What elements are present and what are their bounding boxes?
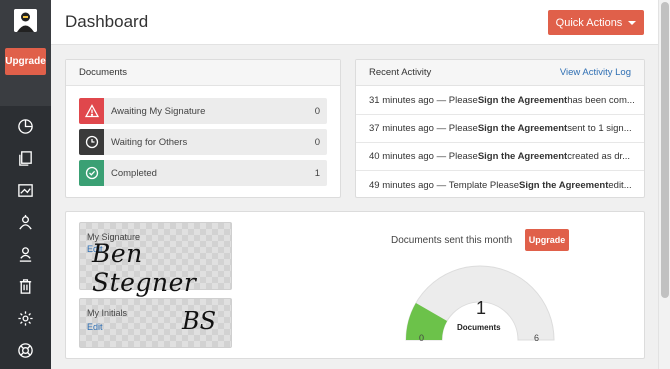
activity-row[interactable]: 37 minutes ago — Please Sign the Agreeme…: [356, 115, 644, 143]
activity-time: 31 minutes ago: [369, 95, 434, 106]
page-title: Dashboard: [65, 12, 149, 31]
documents-panel-header: Documents: [66, 60, 340, 86]
sidebar-item-dashboard[interactable]: [0, 110, 51, 142]
activity-doc-name: Sign the Agreement: [477, 123, 568, 134]
activity-doc-name: Sign the Agreement: [477, 95, 568, 106]
gauge-min: 0: [419, 333, 425, 343]
sidebar-item-signing[interactable]: [0, 238, 51, 270]
activity-time: 40 minutes ago: [369, 151, 434, 162]
check-circle-icon: [79, 160, 104, 186]
activity-row[interactable]: 31 minutes ago — Please Sign the Agreeme…: [356, 87, 644, 115]
doc-row-label: Waiting for Others: [111, 136, 188, 148]
activity-suffix: sent to 1 sign...: [567, 123, 632, 134]
activity-prefix: Please: [448, 151, 478, 162]
doc-row-label: Awaiting My Signature: [111, 105, 206, 117]
doc-row-waiting[interactable]: Waiting for Others 0: [79, 129, 327, 155]
dashboard-icon: [18, 118, 33, 134]
activity-row[interactable]: 49 minutes ago — Template Please Sign th…: [356, 171, 644, 197]
sidebar-item-help[interactable]: [0, 334, 51, 366]
page-header: Dashboard Quick Actions: [51, 0, 658, 45]
activity-prefix: Please: [448, 95, 478, 106]
gauge-label: Documents: [457, 323, 501, 332]
settings-icon: [18, 310, 33, 326]
gauge-max: 6: [534, 333, 540, 343]
quick-actions-label: Quick Actions: [555, 16, 623, 29]
activity-prefix: Template Please: [448, 179, 519, 191]
scrollbar[interactable]: [658, 0, 670, 369]
help-icon: [18, 342, 33, 358]
warning-icon: [79, 98, 104, 124]
my-signature-box[interactable]: My Signature Edit Ben Stegner: [79, 222, 232, 297]
sidebar-item-documents[interactable]: [0, 142, 51, 174]
doc-row-awaiting[interactable]: Awaiting My Signature 0: [79, 98, 327, 124]
sidebar-upgrade-button[interactable]: Upgrade: [5, 48, 46, 75]
activity-row[interactable]: 40 minutes ago — Please Sign the Agreeme…: [356, 143, 644, 171]
gauge-value: 1: [475, 298, 486, 318]
sidebar-item-contacts[interactable]: [0, 206, 51, 238]
chevron-down-icon: [628, 20, 637, 25]
usage-upgrade-button[interactable]: Upgrade: [525, 229, 569, 251]
doc-row-completed[interactable]: Completed 1: [79, 160, 327, 186]
activity-prefix: Please: [448, 123, 478, 134]
activity-suffix: edit...: [608, 179, 632, 191]
activity-suffix: has been com...: [567, 95, 635, 106]
my-initials-edit-link[interactable]: Edit: [87, 322, 103, 332]
sidebar: Upgrade: [0, 0, 51, 369]
activity-time: 37 minutes ago: [369, 123, 434, 134]
quick-actions-button[interactable]: Quick Actions: [548, 10, 644, 35]
doc-row-count: 0: [314, 136, 320, 148]
documents-panel-title: Documents: [79, 67, 128, 78]
doc-row-count: 0: [314, 105, 320, 117]
sidebar-item-trash[interactable]: [0, 270, 51, 302]
templates-icon: [18, 183, 33, 197]
activity-panel: Recent Activity View Activity Log 31 min…: [355, 59, 645, 198]
activity-panel-header: Recent Activity View Activity Log: [356, 60, 644, 86]
sidebar-item-settings[interactable]: [0, 302, 51, 334]
signing-icon: [19, 246, 32, 262]
clock-icon: [79, 129, 104, 155]
avatar[interactable]: [14, 9, 37, 32]
usage-title: Documents sent this month: [391, 235, 513, 246]
view-activity-log-link[interactable]: View Activity Log: [560, 67, 631, 78]
activity-doc-name: Sign the Agreement: [477, 151, 568, 162]
doc-row-label: Completed: [111, 167, 157, 179]
scrollbar-thumb[interactable]: [661, 2, 669, 298]
my-initials-box[interactable]: My Initials Edit BS: [79, 298, 232, 348]
documents-panel: Documents Awaiting My Signature 0 Waitin…: [65, 59, 341, 198]
doc-row-count: 1: [314, 167, 320, 179]
my-initials-label: My Initials: [87, 308, 128, 318]
documents-icon: [19, 150, 32, 166]
signature-usage-panel: My Signature Edit Ben Stegner My Initial…: [65, 211, 645, 359]
activity-panel-title: Recent Activity: [369, 67, 432, 78]
activity-suffix: created as dr...: [567, 151, 631, 162]
initials-image: BS: [182, 307, 217, 335]
sidebar-item-templates[interactable]: [0, 174, 51, 206]
contacts-icon: [19, 214, 32, 229]
signature-image: Ben Stegner: [92, 239, 197, 297]
activity-doc-name: Sign the Agreement: [518, 179, 609, 191]
trash-icon: [19, 278, 32, 294]
activity-time: 49 minutes ago: [369, 179, 434, 191]
